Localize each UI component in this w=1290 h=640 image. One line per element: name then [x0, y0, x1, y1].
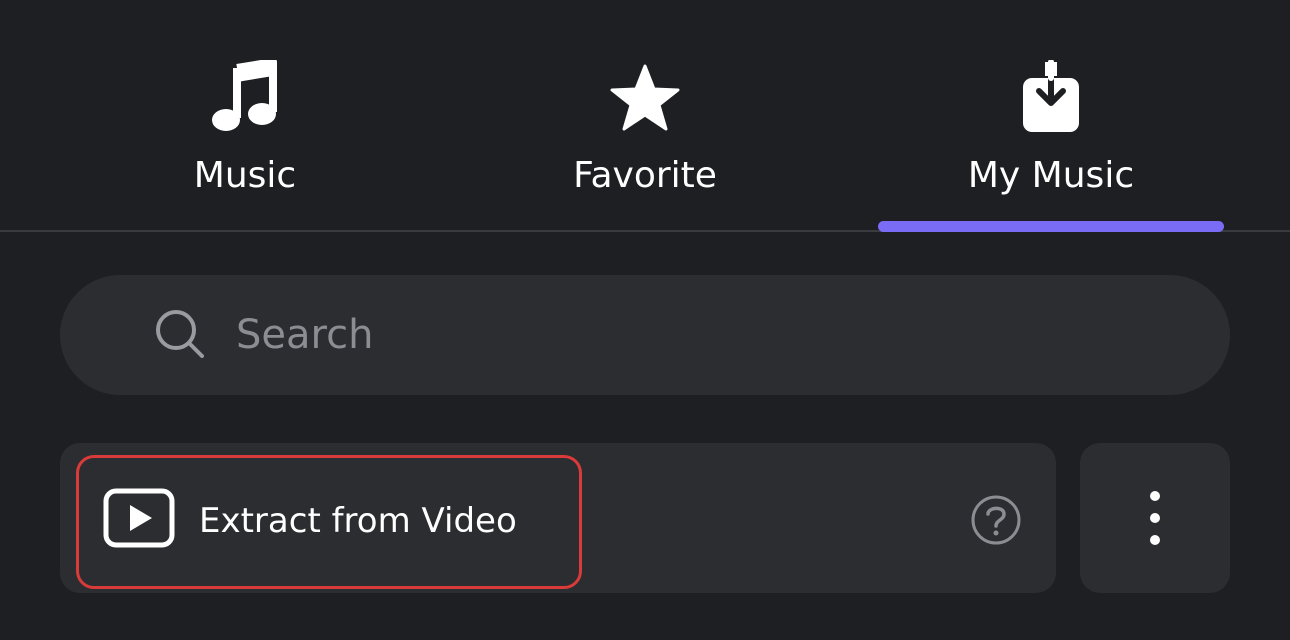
- download-tray-icon: [1023, 60, 1079, 132]
- more-options-button[interactable]: [1080, 443, 1230, 593]
- tab-favorite[interactable]: Favorite: [430, 0, 860, 232]
- star-icon: [610, 64, 680, 131]
- tab-label: Music: [193, 155, 297, 196]
- music-note-icon: [212, 60, 277, 131]
- tab-label: Favorite: [573, 155, 717, 196]
- video-play-icon: [103, 488, 175, 548]
- tab-bar: Music Favorite My Music: [0, 0, 1290, 232]
- tab-label: My Music: [967, 155, 1135, 196]
- active-tab-indicator: [878, 221, 1224, 232]
- extract-label: Extract from Video: [199, 501, 517, 541]
- extract-from-video-button[interactable]: Extract from Video: [76, 455, 582, 589]
- more-vertical-icon: [1150, 491, 1160, 545]
- search-input[interactable]: [236, 275, 1196, 395]
- search-bar: [60, 275, 1230, 395]
- question-circle-icon[interactable]: [970, 494, 1022, 546]
- search-icon: [156, 310, 204, 358]
- tab-my-music[interactable]: My Music: [836, 0, 1266, 232]
- my-music-screen: Music Favorite My Music Search Extract f…: [0, 0, 1290, 640]
- tab-music[interactable]: Music: [30, 0, 460, 232]
